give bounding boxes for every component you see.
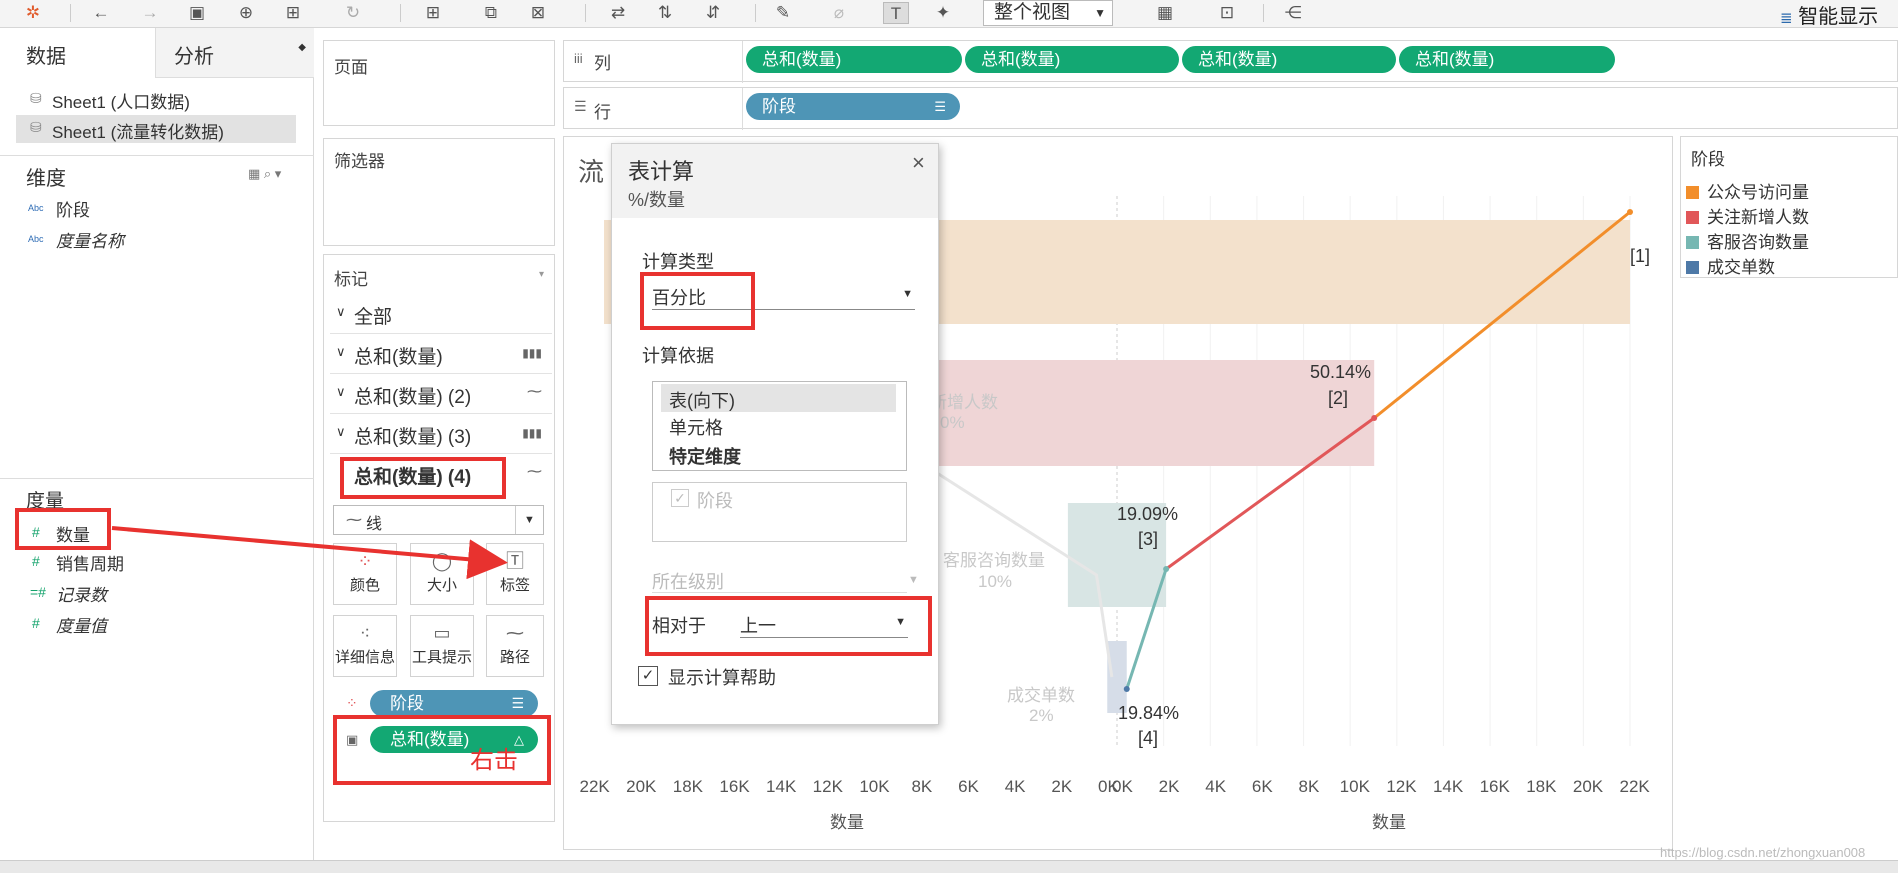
annotation-arrow (111, 526, 508, 580)
status-bar (0, 860, 1898, 873)
